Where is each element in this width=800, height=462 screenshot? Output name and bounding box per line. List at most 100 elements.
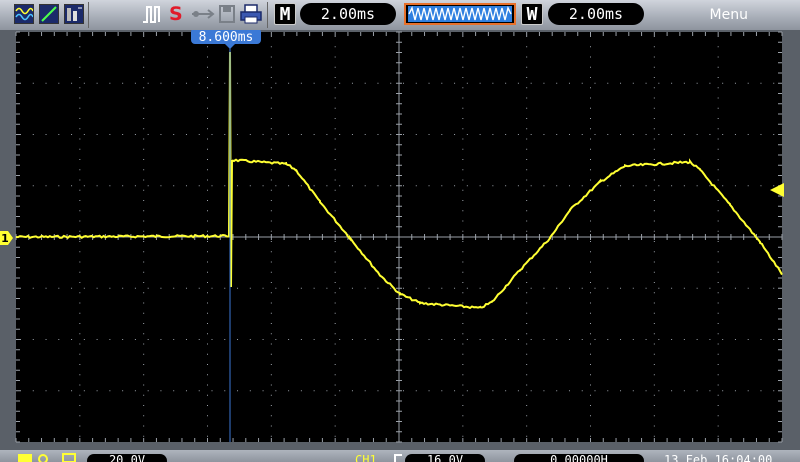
grid-dot (364, 390, 366, 392)
grid-dot (185, 287, 187, 289)
grid-dot (517, 339, 519, 340)
grid-dot (207, 118, 208, 119)
grid-dot (143, 261, 145, 263)
grid-dot (300, 82, 302, 84)
grid-dot (717, 251, 719, 253)
grid-dot (773, 134, 775, 135)
grid-dot (79, 230, 81, 232)
grid-dot (462, 323, 464, 324)
grid-dot (79, 323, 81, 324)
grid-dot (590, 251, 591, 253)
grid-dot (517, 134, 519, 135)
grid-dot (270, 56, 272, 58)
grid-dot (590, 405, 591, 406)
grid-dot (653, 282, 655, 283)
grid-dot (581, 339, 583, 340)
grid-dot (717, 425, 719, 427)
printer-icon[interactable] (240, 4, 262, 24)
grid-dot (581, 287, 583, 289)
timebase-value[interactable]: 2.00ms (300, 3, 396, 25)
grid-dot (173, 82, 175, 84)
grid-dot (653, 200, 655, 201)
grid-dot (79, 118, 81, 119)
grid-dot (224, 82, 226, 84)
horizontal-position-value[interactable]: 0.00000H (514, 454, 644, 462)
grid-dot (334, 241, 336, 242)
grid-dot (270, 148, 272, 150)
grid-dot (658, 287, 660, 289)
grid-dot (466, 390, 468, 392)
grid-dot (143, 353, 145, 355)
grid-dot (653, 189, 655, 191)
grid-dot (653, 107, 655, 109)
grid-dot (607, 134, 609, 135)
grid-dot (760, 339, 762, 340)
grid-dot (696, 134, 698, 135)
grid-dot (270, 220, 272, 222)
grid-dot (671, 134, 673, 135)
grid-dot (334, 302, 336, 304)
grid-dot (377, 185, 379, 187)
grid-dot (390, 287, 392, 289)
grid-dot (717, 118, 719, 119)
grid-dot (441, 185, 443, 187)
grid-dot (590, 118, 591, 119)
grid-dot (275, 390, 277, 392)
memory-window-indicator[interactable] (404, 3, 516, 25)
grid-dot (683, 339, 685, 340)
grid-dot (526, 364, 528, 365)
save-disk-icon[interactable] (218, 4, 236, 24)
grid-dot (334, 118, 336, 119)
trigger-level-value[interactable]: 16.0V (405, 454, 485, 462)
grid-dot (530, 134, 532, 135)
persist-display-icon[interactable] (64, 4, 84, 24)
grid-dot (717, 46, 719, 48)
grid-dot (109, 82, 111, 84)
run-status-indicator: S (169, 3, 183, 25)
grid-dot (543, 82, 545, 84)
grid-dot (590, 353, 591, 355)
grid-dot (275, 134, 277, 135)
grid-dot (96, 287, 98, 289)
window-value[interactable]: 2.00ms (548, 3, 644, 25)
grid-dot (479, 185, 481, 187)
grid-dot (653, 415, 655, 417)
grid-dot (79, 148, 81, 150)
grid-dot (653, 128, 655, 130)
grid-dot (526, 323, 528, 324)
ch1-scale-value[interactable]: 20.0V (87, 454, 167, 462)
grid-dot (20, 390, 21, 392)
grid-dot (334, 282, 336, 283)
grid-dot (270, 292, 272, 294)
grid-dot (462, 364, 464, 365)
grid-dot (717, 405, 719, 406)
grid-dot (334, 312, 336, 314)
window-label: W (521, 3, 543, 25)
trigger-pulse-icon[interactable] (142, 4, 162, 24)
grid-dot (466, 287, 468, 289)
grid-dot (207, 107, 208, 109)
vector-display-icon[interactable] (39, 4, 59, 24)
grid-dot (237, 134, 239, 135)
grid-dot (334, 230, 336, 232)
grid-dot (671, 185, 673, 187)
grid-dot (207, 138, 208, 140)
grid-dot (134, 390, 136, 392)
grid-dot (288, 82, 290, 84)
grid-dot (173, 390, 175, 392)
grid-dot (326, 134, 328, 135)
grid-dot (207, 251, 208, 253)
grid-dot (207, 302, 208, 304)
grid-dot (339, 82, 341, 84)
grid-dot (462, 179, 464, 181)
grid-dot (326, 287, 328, 289)
grid-dot (653, 87, 655, 89)
grid-dot (45, 287, 47, 289)
grid-dot (173, 134, 175, 135)
grid-dot (160, 390, 162, 392)
scope-screen[interactable]: 8.600ms 1 (0, 28, 800, 450)
grid-dot (590, 333, 591, 335)
menu-button[interactable]: Menu (710, 7, 748, 23)
grid-dot (237, 82, 239, 84)
waveform-display-icon[interactable] (14, 4, 34, 24)
